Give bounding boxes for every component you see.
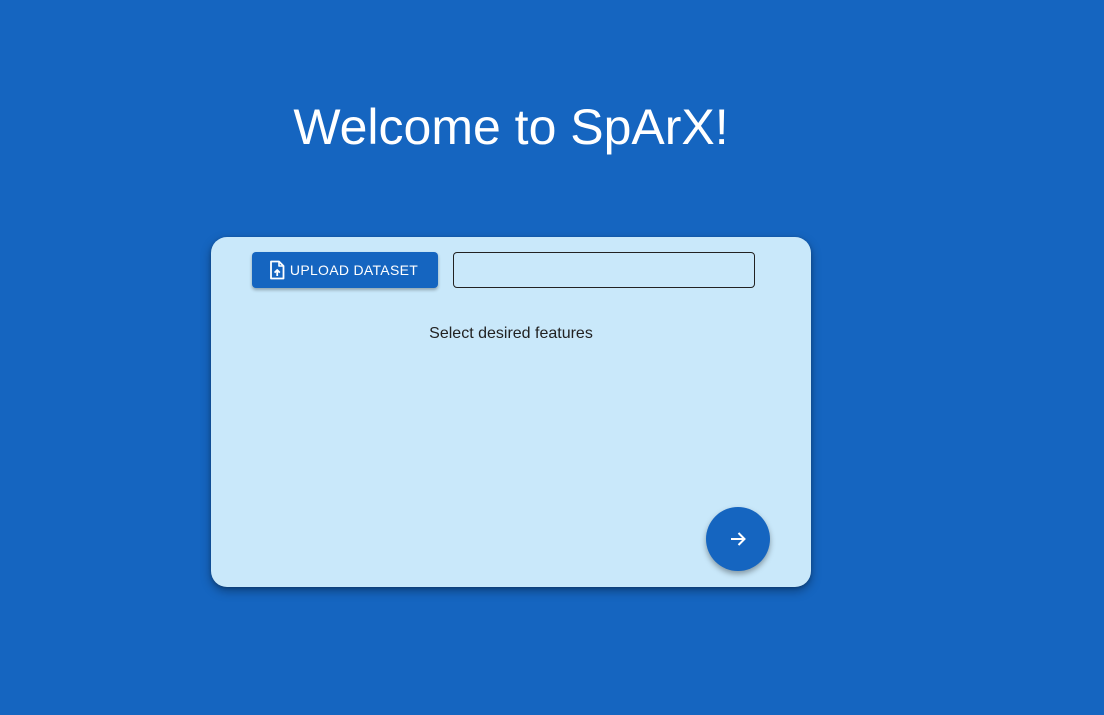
page-title: Welcome to SpArX! — [293, 99, 729, 155]
file-upload-icon — [268, 260, 286, 280]
dataset-card: UPLOAD DATASET Select desired features — [211, 237, 811, 587]
features-label: Select desired features — [429, 325, 593, 342]
next-button[interactable] — [706, 507, 770, 571]
file-name-field[interactable] — [453, 252, 755, 288]
upload-dataset-label: UPLOAD DATASET — [289, 262, 419, 278]
upload-dataset-button[interactable]: UPLOAD DATASET — [252, 252, 438, 288]
arrow-right-icon — [728, 529, 748, 549]
